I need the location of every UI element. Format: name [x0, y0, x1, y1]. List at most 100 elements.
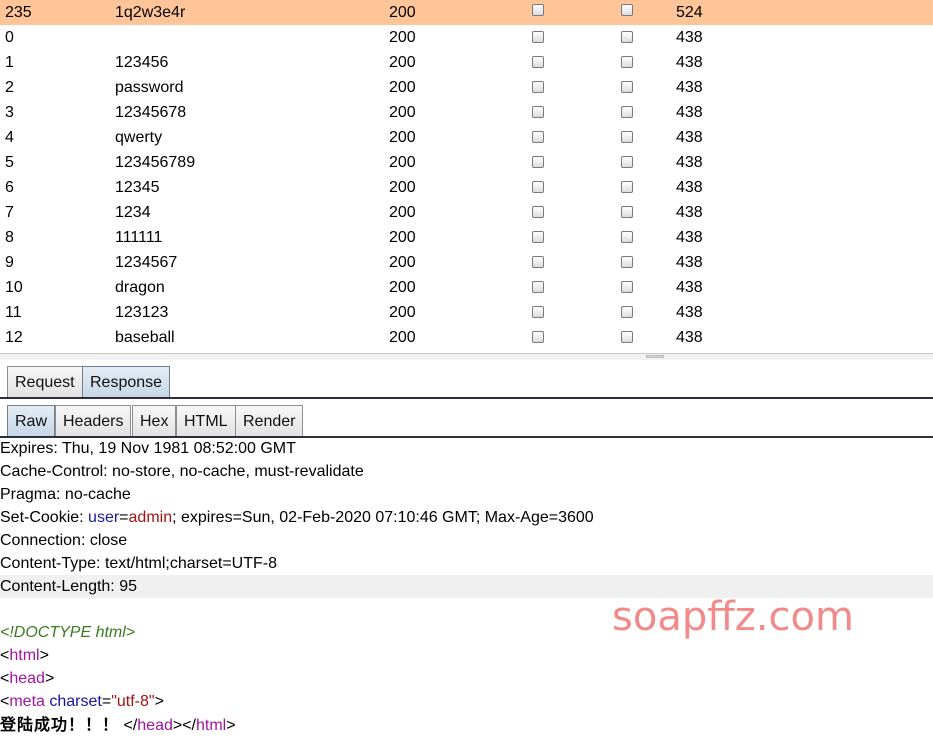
error-checkbox[interactable] — [532, 30, 544, 43]
watermark: soapffz.com — [612, 594, 854, 640]
tag-meta: meta — [9, 693, 45, 710]
table-row[interactable]: 11 123123 200 438 — [0, 300, 933, 325]
timeout-checkbox[interactable] — [621, 255, 633, 268]
tab-html[interactable]: HTML — [176, 405, 236, 436]
cookie-name: user — [88, 509, 120, 526]
status-cell: 200 — [389, 229, 416, 246]
tab-response[interactable]: Response — [82, 366, 171, 397]
eq: = — [101, 693, 112, 710]
payload-cell: password — [115, 79, 184, 96]
error-checkbox[interactable] — [532, 255, 544, 268]
error-checkbox[interactable] — [532, 3, 544, 16]
timeout-checkbox[interactable] — [621, 80, 633, 93]
table-row[interactable]: 6 12345 200 438 — [0, 175, 933, 200]
header-content-type: Content-Type: text/html;charset=UTF-8 — [0, 555, 277, 572]
payload-cell: 12345678 — [115, 104, 187, 121]
timeout-checkbox[interactable] — [621, 205, 633, 218]
status-cell: 200 — [389, 204, 416, 221]
error-checkbox[interactable] — [532, 80, 544, 93]
gt: > — [44, 670, 55, 687]
request-number: 0 — [5, 29, 14, 46]
header-expires: Expires: Thu, 19 Nov 1981 08:52:00 GMT — [0, 440, 296, 457]
status-cell: 200 — [389, 279, 416, 296]
payload-cell: dragon — [115, 279, 165, 296]
timeout-checkbox[interactable] — [621, 330, 633, 343]
tab-request[interactable]: Request — [7, 366, 83, 397]
request-number: 12 — [5, 329, 23, 346]
table-row[interactable]: 8 111111 200 438 — [0, 225, 933, 250]
set-cookie-rest: ; expires=Sun, 02-Feb-2020 07:10:46 GMT;… — [172, 509, 594, 526]
timeout-checkbox[interactable] — [621, 55, 633, 68]
error-checkbox[interactable] — [532, 180, 544, 193]
timeout-checkbox[interactable] — [621, 130, 633, 143]
length-cell: 438 — [676, 254, 703, 271]
status-cell: 200 — [389, 4, 416, 21]
timeout-checkbox[interactable] — [621, 105, 633, 118]
login-success-text: 登陆成功！！！ — [0, 715, 120, 734]
meta-line: <meta charset="utf-8"> — [0, 690, 933, 713]
length-cell: 438 — [676, 279, 703, 296]
table-row[interactable]: 5 123456789 200 438 — [0, 150, 933, 175]
request-number: 7 — [5, 204, 14, 221]
timeout-checkbox[interactable] — [621, 155, 633, 168]
table-row[interactable]: 10 dragon 200 438 — [0, 275, 933, 300]
payload-cell: 111111 — [115, 229, 163, 246]
error-checkbox[interactable] — [532, 105, 544, 118]
payload-cell: baseball — [115, 329, 175, 346]
table-row[interactable]: 235 1q2w3e4r 200 524 — [0, 0, 933, 25]
table-row[interactable]: 12 baseball 200 438 — [0, 325, 933, 350]
table-row[interactable]: 2 password 200 438 — [0, 75, 933, 100]
timeout-checkbox[interactable] — [621, 3, 633, 16]
tab-headers[interactable]: Headers — [55, 405, 132, 436]
error-checkbox[interactable] — [532, 330, 544, 343]
status-cell: 200 — [389, 154, 416, 171]
length-cell: 438 — [676, 329, 703, 346]
length-cell: 438 — [676, 304, 703, 321]
message-tabs: Request Response — [0, 359, 933, 399]
results-table: 235 1q2w3e4r 200 524 0 200 438 1 123456 200 438 2 pa… — [0, 0, 933, 353]
cookie-value: admin — [128, 509, 173, 526]
error-checkbox[interactable] — [532, 230, 544, 243]
table-row[interactable]: 0 200 438 — [0, 25, 933, 50]
request-number: 5 — [5, 154, 14, 171]
table-row[interactable]: 9 1234567 200 438 — [0, 250, 933, 275]
error-checkbox[interactable] — [532, 130, 544, 143]
table-row[interactable]: 4 qwerty 200 438 — [0, 125, 933, 150]
table-row[interactable]: 7 1234 200 438 — [0, 200, 933, 225]
timeout-checkbox[interactable] — [621, 230, 633, 243]
error-checkbox[interactable] — [532, 55, 544, 68]
header-cache-control: Cache-Control: no-store, no-cache, must-… — [0, 463, 364, 480]
error-checkbox[interactable] — [532, 155, 544, 168]
payload-cell: 1q2w3e4r — [115, 4, 186, 21]
timeout-checkbox[interactable] — [621, 305, 633, 318]
splitter-handle[interactable] — [646, 355, 664, 358]
error-checkbox[interactable] — [532, 280, 544, 293]
timeout-checkbox[interactable] — [621, 180, 633, 193]
request-number: 235 — [5, 4, 32, 21]
error-checkbox[interactable] — [532, 305, 544, 318]
tab-hex[interactable]: Hex — [132, 405, 177, 436]
length-cell: 438 — [676, 54, 703, 71]
payload-cell: 123456 — [115, 54, 169, 71]
lt: < — [0, 670, 10, 687]
html-open-line: <html> — [0, 644, 933, 667]
tab-raw[interactable]: Raw — [7, 405, 56, 436]
table-row[interactable]: 3 12345678 200 438 — [0, 100, 933, 125]
tab-render[interactable]: Render — [235, 405, 304, 436]
response-raw-viewer[interactable]: Expires: Thu, 19 Nov 1981 08:52:00 GMT C… — [0, 437, 933, 738]
head-open-line: <head> — [0, 667, 933, 690]
charset-value: "utf-8" — [111, 693, 155, 710]
request-number: 11 — [5, 304, 22, 321]
request-number: 9 — [5, 254, 14, 271]
status-cell: 200 — [389, 79, 416, 96]
set-cookie-prefix: Set-Cookie: — [0, 509, 89, 526]
timeout-checkbox[interactable] — [621, 280, 633, 293]
payload-cell: 12345 — [115, 179, 160, 196]
table-row[interactable]: 1 123456 200 438 — [0, 50, 933, 75]
lt-slash: </ — [182, 717, 196, 734]
status-cell: 200 — [389, 304, 416, 321]
request-number: 2 — [5, 79, 14, 96]
error-checkbox[interactable] — [532, 205, 544, 218]
timeout-checkbox[interactable] — [621, 30, 633, 43]
length-cell: 438 — [676, 204, 703, 221]
